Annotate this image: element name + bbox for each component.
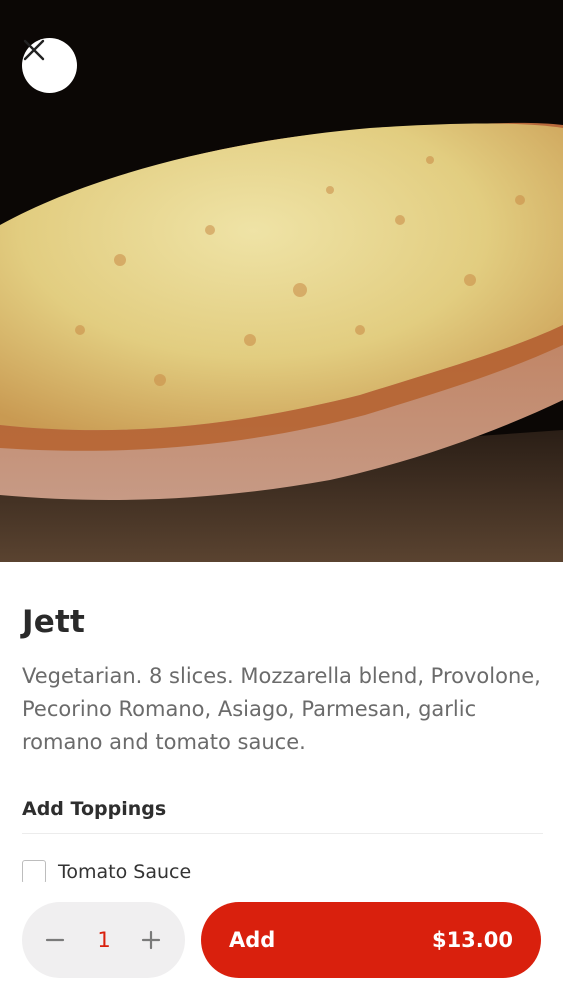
item-title: Jett xyxy=(22,604,85,640)
add-button-price: $13.00 xyxy=(431,928,513,952)
quantity-stepper: 1 xyxy=(22,902,185,978)
add-button-label: Add xyxy=(229,928,276,952)
topping-label: Tomato Sauce xyxy=(58,861,192,883)
plus-icon xyxy=(141,930,161,950)
close-button[interactable] xyxy=(22,38,77,93)
item-description: Vegetarian. 8 slices. Mozzarella blend, … xyxy=(22,664,541,754)
minus-icon xyxy=(45,938,65,942)
close-icon xyxy=(23,39,45,61)
decrease-quantity-button[interactable] xyxy=(30,902,80,978)
topping-checkbox[interactable] xyxy=(22,860,46,884)
add-to-order-button[interactable]: Add $13.00 xyxy=(201,902,541,978)
item-hero-image xyxy=(0,0,563,562)
pizza-photo xyxy=(0,0,563,562)
section-divider xyxy=(22,833,543,834)
toppings-section-label: Add Toppings xyxy=(22,798,167,820)
increase-quantity-button[interactable] xyxy=(126,902,176,978)
quantity-value: 1 xyxy=(97,928,111,952)
